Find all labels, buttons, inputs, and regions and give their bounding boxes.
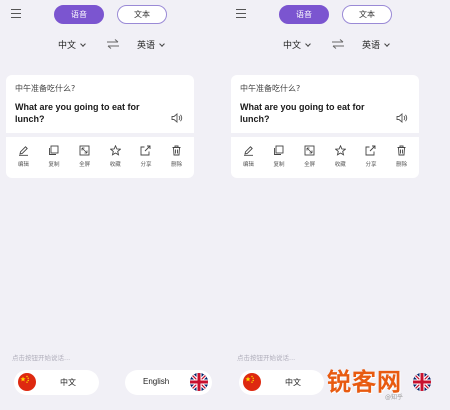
menu-icon[interactable] [236,9,246,18]
delete-button[interactable]: 删除 [388,145,416,175]
voice-mode-button[interactable]: 语音 [279,5,329,24]
source-text: 中午准备吃什么? [15,84,76,93]
edit-label: 编辑 [242,162,254,168]
favorite-label: 收藏 [334,162,346,168]
voice-mode-button[interactable]: 语音 [54,5,104,24]
watermark-subtext: @知乎 [385,394,404,401]
fullscreen-label: 全屏 [304,162,316,168]
speak-hint: 点击按钮开始说话... [12,354,71,362]
card-divider [6,133,194,137]
speak-hint: 点击按钮开始说话... [237,354,296,362]
favorite-button[interactable]: 收藏 [326,145,354,175]
delete-label: 删除 [396,162,408,168]
chevron-down-icon [305,41,311,47]
edit-label: 编辑 [17,162,29,168]
fullscreen-icon [79,145,90,156]
trash-icon [397,145,406,156]
text-mode-button[interactable]: 文本 [117,5,167,24]
swap-icon[interactable] [331,39,345,49]
screen-left: 语音 文本 中文 英语 中午准备吃什么? What are you going … [0,0,225,410]
source-language-dropdown[interactable]: 中文 [58,38,86,51]
card-divider [231,133,419,137]
share-button[interactable]: 分享 [357,145,385,175]
menu-icon[interactable] [11,9,21,18]
source-language-label: 中文 [58,41,77,51]
translation-card: 中午准备吃什么? What are you going to eat for l… [6,75,194,178]
chinese-speak-button[interactable]: 中文 [239,370,324,395]
chinese-speak-button[interactable]: 中文 [14,370,99,395]
share-label: 分享 [365,162,377,168]
copy-label: 复制 [48,162,60,168]
target-language-label: 英语 [137,41,156,51]
speaker-icon[interactable] [171,113,183,123]
china-flag-icon [243,373,261,391]
english-speak-button[interactable]: English [125,370,212,395]
share-button[interactable]: 分享 [132,145,160,175]
target-language-dropdown[interactable]: 英语 [362,38,390,51]
action-toolbar: 编辑 复制 全屏 收藏 分享 删除 [6,145,194,175]
favorite-label: 收藏 [109,162,121,168]
chinese-button-label: 中文 [60,378,76,387]
translated-text: What are you going to eat for lunch? [15,102,140,124]
share-icon [366,145,376,156]
china-flag-icon [18,373,36,391]
fullscreen-label: 全屏 [79,162,91,168]
delete-label: 删除 [171,162,183,168]
language-selector: 中文 英语 [0,38,225,54]
copy-icon [274,145,284,155]
edit-button[interactable]: 编辑 [234,145,262,175]
edit-button[interactable]: 编辑 [9,145,37,175]
fullscreen-icon [304,145,315,156]
screen-right: 语音 文本 中文 英语 中午准备吃什么? What are you going … [225,0,450,410]
favorite-button[interactable]: 收藏 [101,145,129,175]
chinese-button-label: 中文 [285,378,301,387]
translation-card: 中午准备吃什么? What are you going to eat for l… [231,75,419,178]
target-language-dropdown[interactable]: 英语 [137,38,165,51]
source-language-label: 中文 [283,41,302,51]
share-label: 分享 [140,162,152,168]
swap-icon[interactable] [106,39,120,49]
copy-label: 复制 [273,162,285,168]
translated-text: What are you going to eat for lunch? [240,102,365,124]
edit-icon [243,146,253,156]
star-icon [109,145,121,156]
speaker-icon[interactable] [396,113,408,123]
copy-button[interactable]: 复制 [265,145,293,175]
star-icon [334,145,346,156]
share-icon [141,145,151,156]
fullscreen-button[interactable]: 全屏 [296,145,324,175]
target-language-label: 英语 [362,41,381,51]
copy-button[interactable]: 复制 [40,145,68,175]
delete-button[interactable]: 删除 [163,145,191,175]
source-text: 中午准备吃什么? [240,84,301,93]
edit-icon [18,146,28,156]
trash-icon [172,145,181,156]
english-button-label: English [143,377,170,386]
copy-icon [49,145,59,155]
chevron-down-icon [80,41,86,47]
chevron-down-icon [384,41,390,47]
language-selector: 中文 英语 [225,38,450,54]
watermark: 锐客网 @知乎 [327,362,443,401]
uk-flag-icon [190,373,208,391]
action-toolbar: 编辑 复制 全屏 收藏 分享 删除 [231,145,419,175]
fullscreen-button[interactable]: 全屏 [71,145,99,175]
chevron-down-icon [159,41,165,47]
text-mode-button[interactable]: 文本 [342,5,392,24]
source-language-dropdown[interactable]: 中文 [283,38,311,51]
